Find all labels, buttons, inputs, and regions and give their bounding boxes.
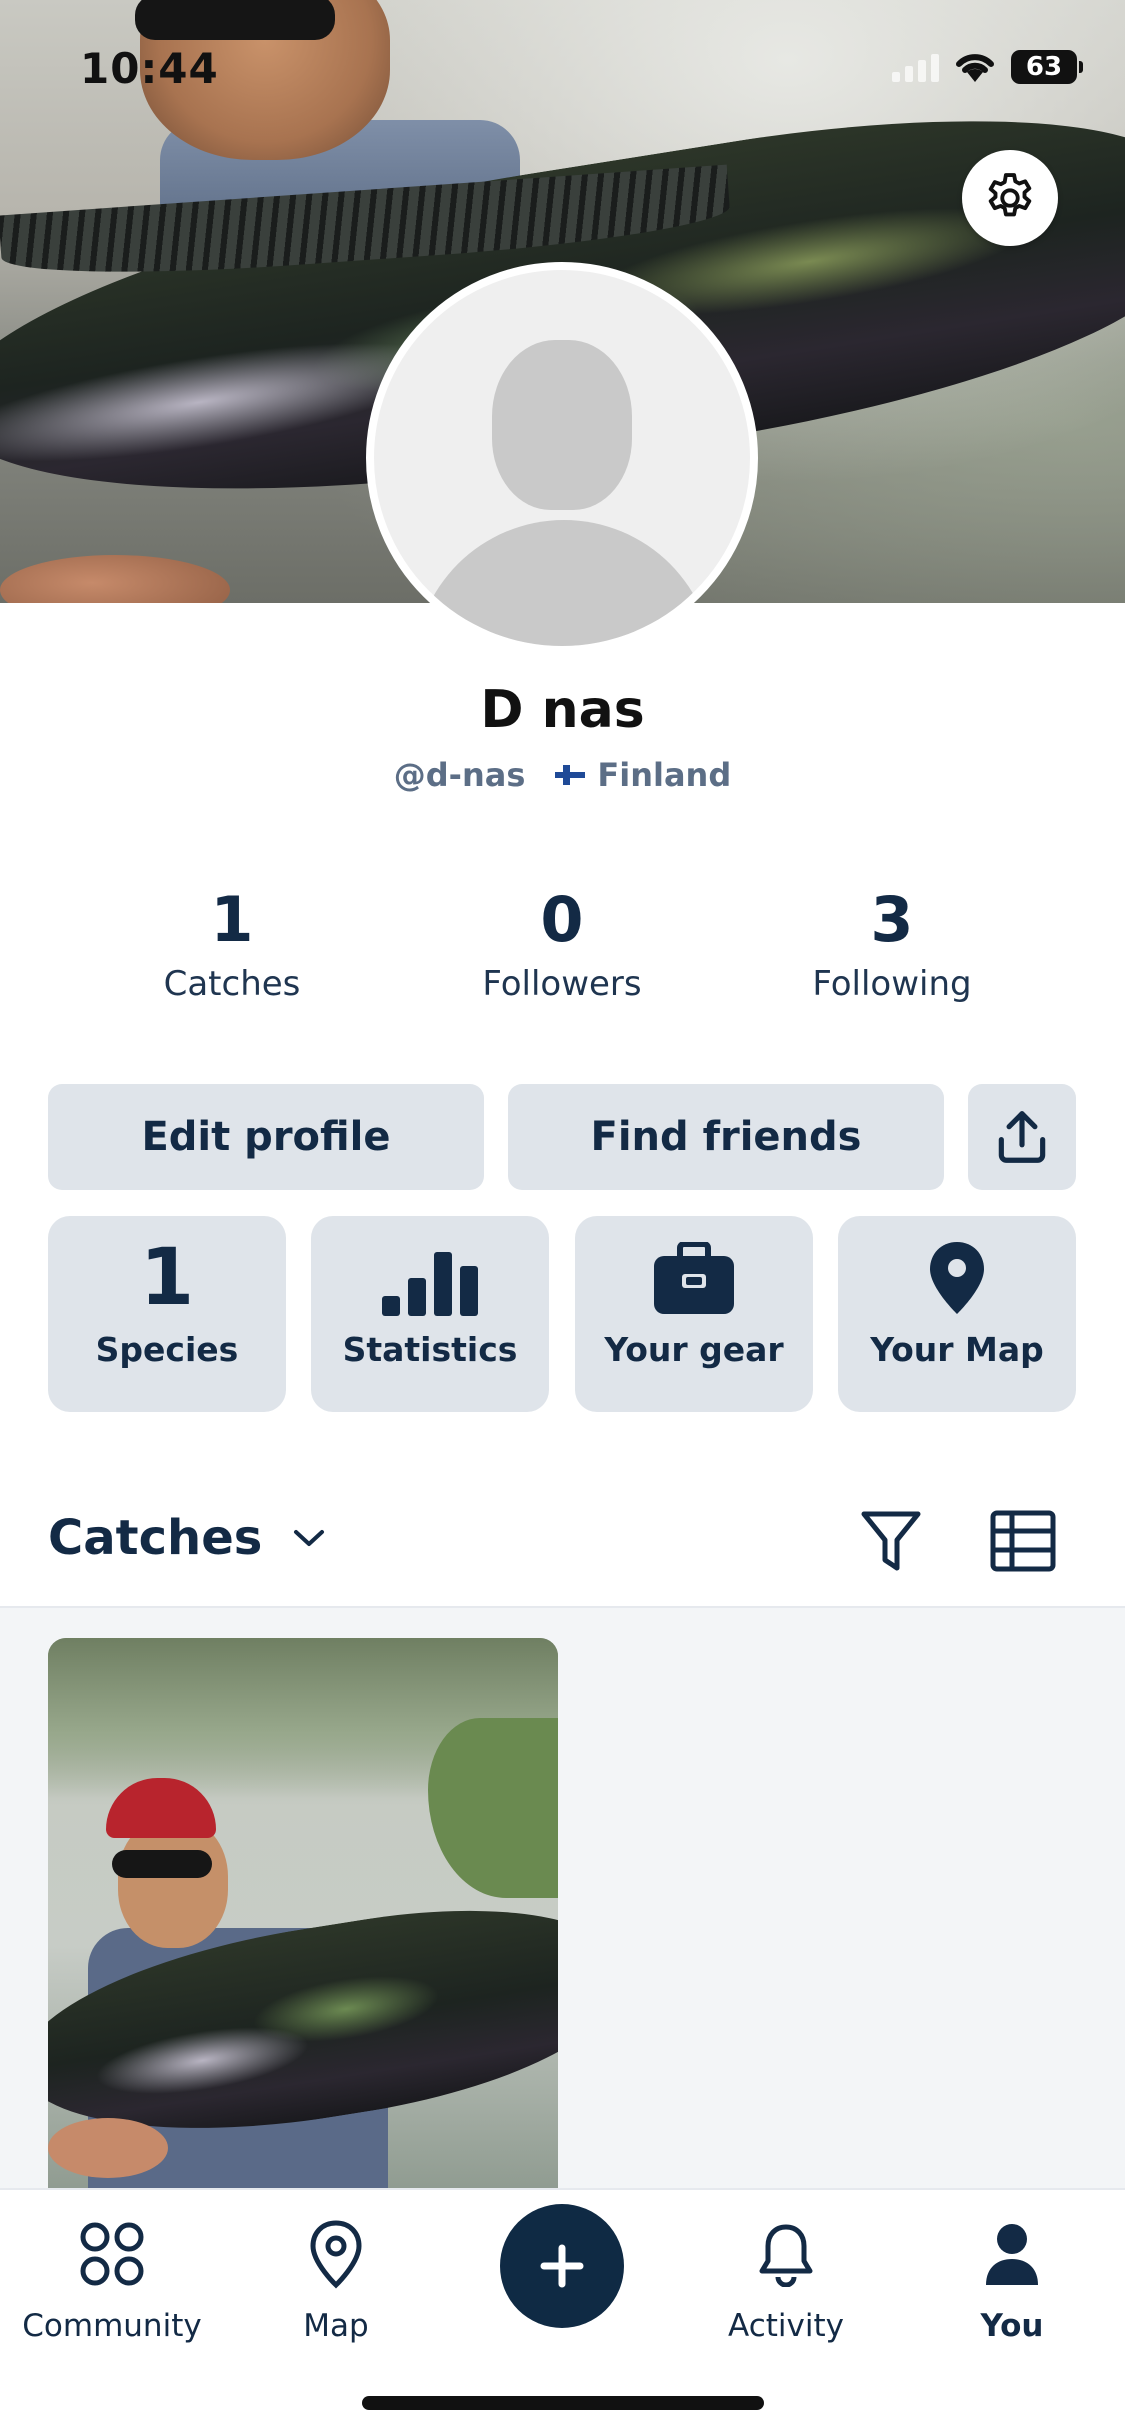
species-tile[interactable]: 1 Species xyxy=(48,1216,286,1412)
tab-label: Map xyxy=(303,2308,369,2344)
status-icons: 63 xyxy=(892,50,1083,84)
tab-map[interactable]: Map xyxy=(236,2214,436,2344)
profile-handle: @d-nas xyxy=(393,756,526,794)
tile-label: Your gear xyxy=(604,1330,784,1369)
tab-label: You xyxy=(980,2308,1044,2344)
tile-label: Your Map xyxy=(870,1330,1044,1369)
tab-label: Activity xyxy=(728,2308,844,2344)
map-pin-icon xyxy=(310,2220,362,2289)
share-icon xyxy=(998,1111,1046,1163)
catch-photo-sunglasses xyxy=(112,1850,212,1878)
species-count: 1 xyxy=(139,1233,195,1323)
stat-value: 3 xyxy=(870,883,914,956)
gear-icon xyxy=(988,173,1032,217)
stat-value: 1 xyxy=(210,883,254,956)
chevron-down-icon xyxy=(294,1530,325,1546)
stat-followers[interactable]: 0 Followers xyxy=(442,880,682,1004)
settings-button[interactable] xyxy=(962,150,1058,246)
profile-name: D nas xyxy=(480,680,645,740)
avatar-placeholder-head xyxy=(492,340,632,510)
share-button[interactable] xyxy=(968,1084,1076,1190)
catches-header: Catches xyxy=(0,1496,1125,1606)
tab-you[interactable]: You xyxy=(912,2214,1112,2344)
status-bar: 10:44 63 xyxy=(0,0,1125,135)
add-catch-button[interactable] xyxy=(500,2204,624,2328)
finland-flag-icon xyxy=(555,765,586,785)
stat-following[interactable]: 3 Following xyxy=(772,880,1012,1004)
profile-country: Finland xyxy=(597,756,732,794)
stat-catches[interactable]: 1 Catches xyxy=(112,880,352,1004)
list-view-icon[interactable] xyxy=(990,1510,1056,1572)
avatar-placeholder-body xyxy=(414,520,714,646)
profile-avatar[interactable] xyxy=(366,262,758,654)
your-map-tile[interactable]: Your Map xyxy=(838,1216,1076,1412)
signal-icon xyxy=(892,52,939,82)
bell-icon xyxy=(759,2224,813,2287)
filter-icon[interactable] xyxy=(860,1508,922,1574)
catch-card[interactable] xyxy=(48,1638,558,2198)
statistics-tile[interactable]: Statistics xyxy=(311,1216,549,1412)
edit-profile-button[interactable]: Edit profile xyxy=(48,1084,484,1190)
tab-activity[interactable]: Activity xyxy=(686,2214,886,2344)
stat-value: 0 xyxy=(540,883,584,956)
battery-indicator: 63 xyxy=(1011,50,1083,84)
your-gear-tile[interactable]: Your gear xyxy=(575,1216,813,1412)
community-icon xyxy=(80,2222,144,2286)
plus-icon xyxy=(540,2244,584,2288)
catches-gallery xyxy=(0,1606,1125,2198)
home-indicator[interactable] xyxy=(362,2396,764,2410)
catch-photo-reeds xyxy=(428,1718,558,1898)
profile-stats: 1 Catches 0 Followers 3 Following xyxy=(0,880,1125,1010)
catches-dropdown[interactable]: Catches xyxy=(48,1510,326,1566)
tile-label: Species xyxy=(95,1330,239,1369)
stat-label: Followers xyxy=(482,964,642,1004)
user-icon xyxy=(986,2224,1038,2285)
bar-chart-icon xyxy=(382,1252,478,1316)
tab-community[interactable]: Community xyxy=(12,2214,212,2344)
tile-label: Statistics xyxy=(342,1330,518,1369)
tab-label: Community xyxy=(22,2308,202,2344)
profile-subline: @d-nas Finland xyxy=(0,756,1125,794)
catches-title: Catches xyxy=(48,1510,263,1566)
map-pin-icon xyxy=(930,1242,984,1314)
status-time: 10:44 xyxy=(80,44,219,93)
wifi-icon xyxy=(956,54,994,82)
find-friends-button[interactable]: Find friends xyxy=(508,1084,944,1190)
stat-label: Following xyxy=(812,964,972,1004)
stat-label: Catches xyxy=(163,964,301,1004)
catch-photo-hand xyxy=(48,2118,168,2178)
toolbox-icon xyxy=(654,1242,734,1314)
